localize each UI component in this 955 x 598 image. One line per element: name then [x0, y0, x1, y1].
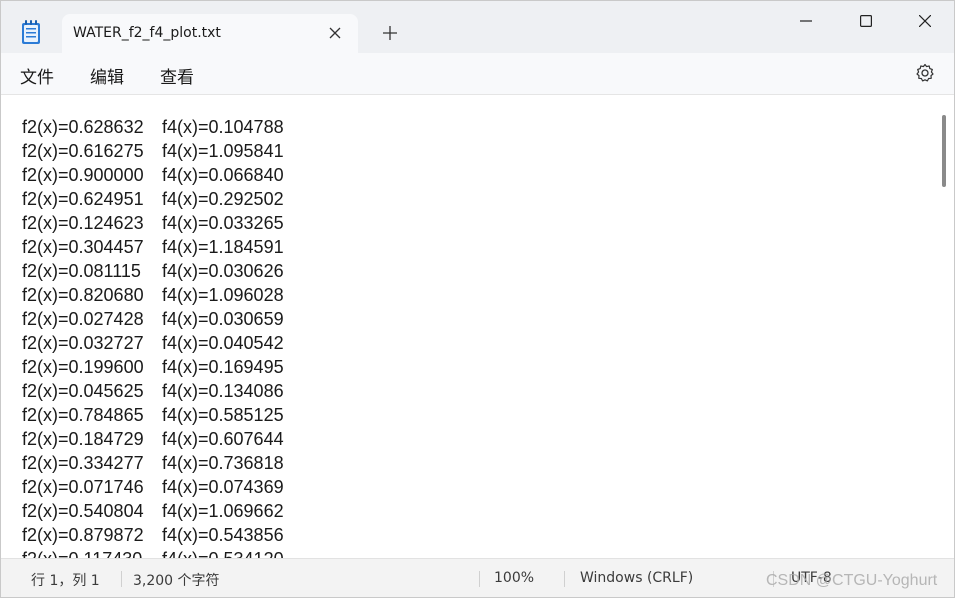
f2-value: f2(x)=0.032727 [22, 333, 144, 353]
zoom-level[interactable]: 100% [494, 570, 534, 586]
f2-value: f2(x)=0.540804 [22, 501, 144, 521]
menu-file[interactable]: 文件 [20, 63, 54, 88]
text-line: f2(x)=0.045625 f4(x)=0.134086 [22, 379, 284, 403]
text-line: f2(x)=0.334277 f4(x)=0.736818 [22, 451, 284, 475]
f4-value: f4(x)=1.184591 [162, 237, 284, 257]
f2-value: f2(x)=0.900000 [22, 165, 144, 185]
f4-value: f4(x)=0.066840 [162, 165, 284, 185]
f2-value: f2(x)=0.304457 [22, 237, 144, 257]
watermark: CSDN @CTGU-Yoghurt [766, 572, 938, 589]
text-line: f2(x)=0.540804 f4(x)=1.069662 [22, 499, 284, 523]
f4-value: f4(x)=0.030626 [162, 261, 284, 281]
text-line: f2(x)=0.879872 f4(x)=0.543856 [22, 523, 284, 547]
text-editor[interactable]: f2(x)=0.628632 f4(x)=0.104788 f2(x)=0.6162… [1, 95, 954, 558]
text-line: f2(x)=0.616275 f4(x)=1.095841 [22, 139, 284, 163]
text-line: f2(x)=0.117430f4(x)=0.534120 [22, 547, 284, 558]
f2-value: f2(x)=0.628632 [22, 117, 144, 137]
f2-value: f2(x)=0.184729 [22, 429, 144, 449]
menu-view[interactable]: 查看 [160, 63, 194, 88]
new-tab-button[interactable] [377, 21, 403, 47]
scrollbar-thumb[interactable] [942, 115, 946, 187]
f2-value: f2(x)=0.334277 [22, 453, 144, 473]
f2-value: f2(x)=0.784865 [22, 405, 144, 425]
f2-value: f2(x)=0.071746 [22, 477, 144, 497]
character-count: 3,200 个字符 [133, 573, 220, 589]
f4-value: f4(x)=0.040542 [162, 333, 284, 353]
f4-value: f4(x)=0.736818 [162, 453, 284, 473]
close-icon[interactable] [324, 22, 346, 44]
f2-value: f2(x)=0.027428 [22, 309, 144, 329]
editor-lines: f2(x)=0.628632 f4(x)=0.104788 f2(x)=0.6162… [22, 115, 284, 558]
menu-edit[interactable]: 编辑 [90, 63, 124, 88]
line-ending[interactable]: Windows (CRLF) [580, 570, 693, 586]
f2-value: f2(x)=0.199600 [22, 357, 144, 377]
f4-value: f4(x)=1.096028 [162, 285, 284, 305]
f4-value: f4(x)=0.033265 [162, 213, 284, 233]
f2-value: f2(x)=0.081115 [22, 261, 141, 281]
settings-button[interactable] [913, 63, 937, 87]
f2-value: f2(x)=0.820680 [22, 285, 144, 305]
f4-value: f4(x)=0.585125 [162, 405, 284, 425]
minimize-button[interactable] [777, 1, 835, 41]
f4-value: f4(x)=0.534120 [162, 547, 284, 558]
text-line: f2(x)=0.820680 f4(x)=1.096028 [22, 283, 284, 307]
maximize-icon [860, 12, 873, 31]
f2-value: f2(x)=0.117430 [22, 547, 162, 558]
menu-bar: 文件 编辑 查看 [1, 53, 954, 95]
f4-value: f4(x)=0.030659 [162, 309, 284, 329]
f4-value: f4(x)=0.543856 [162, 525, 284, 545]
notepad-icon [20, 19, 42, 45]
text-line: f2(x)=0.184729 f4(x)=0.607644 [22, 427, 284, 451]
status-divider [121, 571, 122, 587]
status-divider [564, 571, 565, 587]
f2-value: f2(x)=0.879872 [22, 525, 144, 545]
status-divider [479, 571, 480, 587]
f2-value: f2(x)=0.616275 [22, 141, 144, 161]
f2-value: f2(x)=0.124623 [22, 213, 144, 233]
f4-value: f4(x)=1.069662 [162, 501, 284, 521]
plus-icon [383, 25, 397, 44]
minimize-icon [800, 12, 812, 31]
f4-value: f4(x)=0.169495 [162, 357, 284, 377]
title-bar: WATER_f2_f4_plot.txt [1, 1, 954, 53]
tab-title: WATER_f2_f4_plot.txt [73, 25, 221, 41]
f4-value: f4(x)=1.095841 [162, 141, 284, 161]
gear-icon [915, 63, 935, 87]
text-line: f2(x)=0.304457 f4(x)=1.184591 [22, 235, 284, 259]
text-line: f2(x)=0.032727 f4(x)=0.040542 [22, 331, 284, 355]
f4-value: f4(x)=0.607644 [162, 429, 284, 449]
f4-value: f4(x)=0.134086 [162, 381, 284, 401]
text-line: f2(x)=0.081115 f4(x)=0.030626 [22, 259, 284, 283]
f4-value: f4(x)=0.292502 [162, 189, 284, 209]
close-window-button[interactable] [896, 1, 954, 41]
text-line: f2(x)=0.900000 f4(x)=0.066840 [22, 163, 284, 187]
text-line: f2(x)=0.124623 f4(x)=0.033265 [22, 211, 284, 235]
f2-value: f2(x)=0.045625 [22, 381, 144, 401]
f4-value: f4(x)=0.074369 [162, 477, 284, 497]
text-line: f2(x)=0.071746 f4(x)=0.074369 [22, 475, 284, 499]
text-line: f2(x)=0.027428 f4(x)=0.030659 [22, 307, 284, 331]
f4-value: f4(x)=0.104788 [162, 117, 284, 137]
text-line: f2(x)=0.624951 f4(x)=0.292502 [22, 187, 284, 211]
text-line: f2(x)=0.784865 f4(x)=0.585125 [22, 403, 284, 427]
tab-file[interactable]: WATER_f2_f4_plot.txt [62, 14, 358, 53]
maximize-button[interactable] [837, 1, 895, 41]
cursor-position: 行 1，列 1 [31, 573, 100, 589]
f2-value: f2(x)=0.624951 [22, 189, 144, 209]
text-line: f2(x)=0.628632 f4(x)=0.104788 [22, 115, 284, 139]
close-icon [918, 12, 932, 31]
notepad-window: WATER_f2_f4_plot.txt 文件 编辑 查看 f2(x)=0.62… [0, 0, 955, 598]
text-line: f2(x)=0.199600 f4(x)=0.169495 [22, 355, 284, 379]
